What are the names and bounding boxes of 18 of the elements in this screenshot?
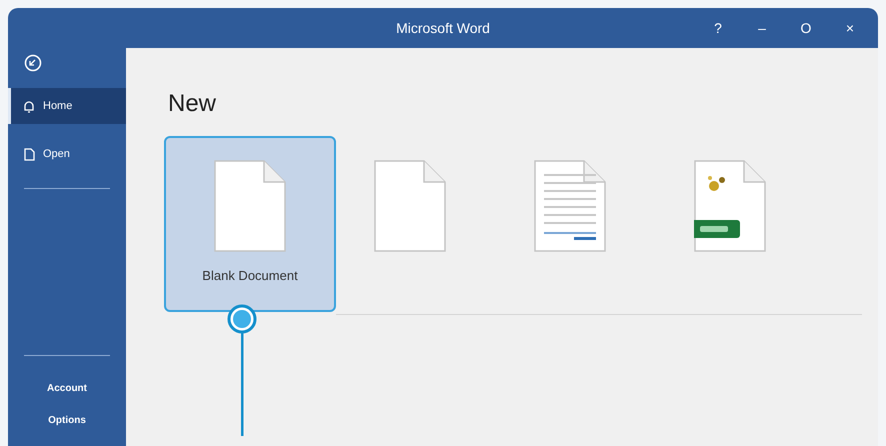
window-control-button[interactable]: ? — [698, 13, 738, 43]
sidebar-item[interactable]: Home — [8, 88, 126, 124]
window-title: Microsoft Word — [396, 18, 490, 38]
page-heading: New — [168, 89, 218, 119]
sidebar-item[interactable]: Open — [8, 136, 126, 172]
window-control-button[interactable]: O — [786, 13, 826, 43]
window-control-button[interactable]: × — [830, 13, 870, 43]
template-card[interactable]: Blank Document — [164, 136, 336, 312]
sidebar-link[interactable]: Account — [8, 372, 126, 404]
document-icon — [534, 160, 606, 252]
bell-icon — [23, 100, 35, 112]
back-icon[interactable] — [24, 54, 42, 72]
window-control-button[interactable]: – — [742, 13, 782, 43]
sidebar-link[interactable]: Options — [8, 404, 126, 436]
document-icon — [374, 160, 446, 252]
document-icon — [214, 160, 286, 252]
document-icon — [23, 148, 35, 160]
document-icon — [694, 160, 766, 252]
